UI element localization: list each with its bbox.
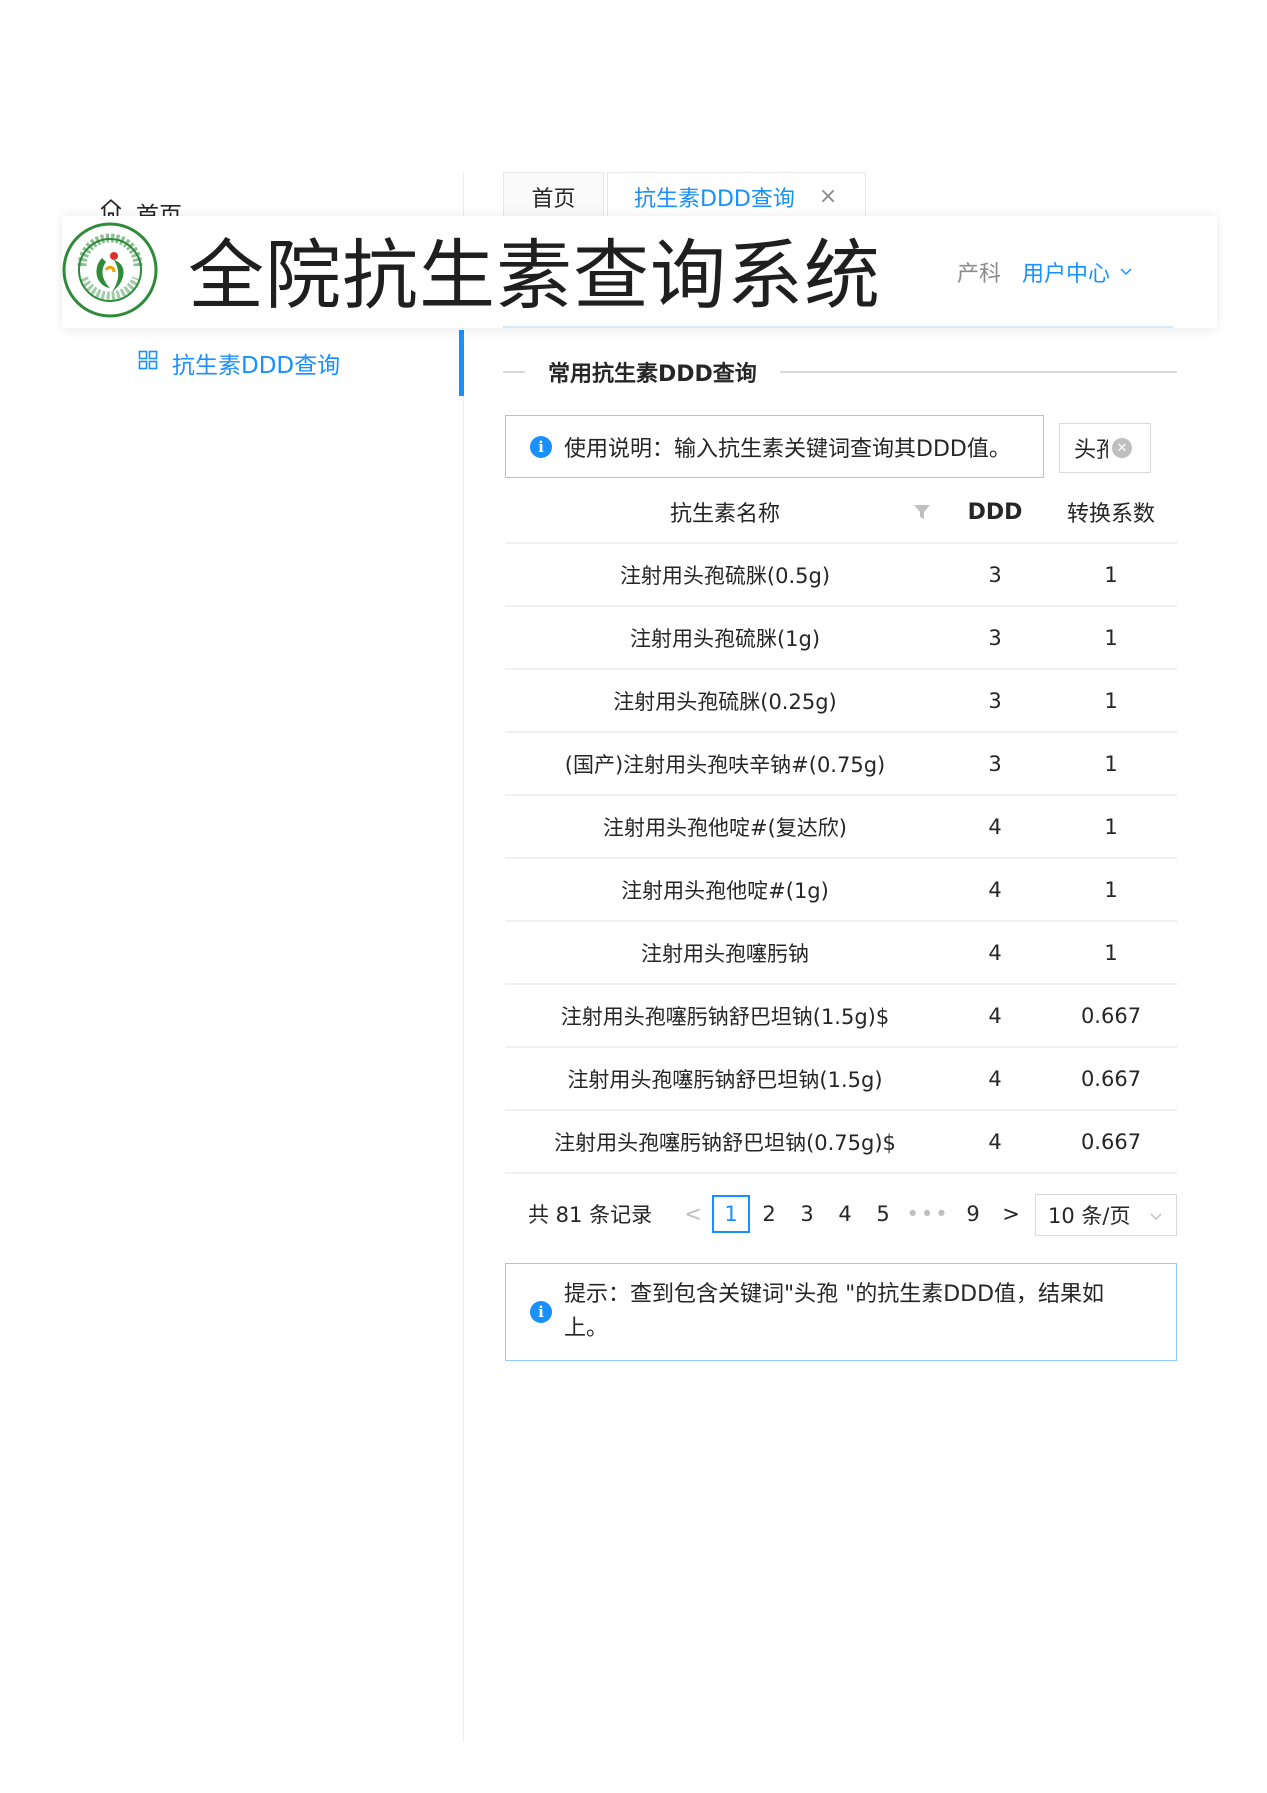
column-header-label: 抗生素名称 <box>670 502 780 527</box>
table-row: 注射用头孢硫脒(0.25g)31 <box>505 669 1177 732</box>
sidebar-item-ddd-query[interactable]: 抗生素DDD查询 <box>138 346 340 380</box>
next-page-button[interactable]: > <box>992 1195 1030 1233</box>
cell-ddd: 4 <box>945 1047 1045 1110</box>
column-header-factor: 转换系数 <box>1045 482 1177 543</box>
cell-conversion-factor: 1 <box>1045 858 1177 921</box>
usage-alert: i 使用说明：输入抗生素关键词查询其DDD值。 <box>505 415 1044 478</box>
info-icon: i <box>530 1301 552 1323</box>
page-1-button[interactable]: 1 <box>712 1195 750 1233</box>
tab-ddd-query[interactable]: 抗生素DDD查询 × <box>607 172 866 220</box>
page-4-button[interactable]: 4 <box>826 1195 864 1233</box>
cell-ddd: 4 <box>945 795 1045 858</box>
cell-ddd: 3 <box>945 606 1045 669</box>
table-row: 注射用头孢噻肟钠舒巴坦钠(0.75g)$40.667 <box>505 1110 1177 1173</box>
prev-page-button[interactable]: < <box>674 1195 712 1233</box>
cell-conversion-factor: 0.667 <box>1045 1110 1177 1173</box>
column-header-ddd: DDD <box>945 482 1045 543</box>
table-row: 注射用头孢噻肟钠41 <box>505 921 1177 984</box>
cell-ddd: 4 <box>945 984 1045 1047</box>
table-row: 注射用头孢硫脒(1g)31 <box>505 606 1177 669</box>
search-box[interactable]: ✕ <box>1059 423 1151 473</box>
tab-label: 首页 <box>531 181 575 213</box>
table-row: 注射用头孢他啶#(1g)41 <box>505 858 1177 921</box>
close-icon[interactable]: × <box>819 184 837 209</box>
tab-label: 抗生素DDD查询 <box>634 181 795 213</box>
section-divider-right <box>780 371 1177 373</box>
table-row: 注射用头孢硫脒(0.5g)31 <box>505 543 1177 606</box>
cell-antibiotic-name: 注射用头孢硫脒(1g) <box>505 606 945 669</box>
info-icon: i <box>530 436 552 458</box>
table-row: 注射用头孢噻肟钠舒巴坦钠(1.5g)40.667 <box>505 1047 1177 1110</box>
cell-conversion-factor: 1 <box>1045 606 1177 669</box>
close-circle-icon[interactable]: ✕ <box>1112 438 1132 458</box>
cell-conversion-factor: 0.667 <box>1045 1047 1177 1110</box>
cell-antibiotic-name: 注射用头孢噻肟钠 <box>505 921 945 984</box>
table-row: 注射用头孢噻肟钠舒巴坦钠(1.5g)$40.667 <box>505 984 1177 1047</box>
cell-antibiotic-name: 注射用头孢他啶#(复达欣) <box>505 795 945 858</box>
table-header-row: 抗生素名称 DDD 转换系数 <box>505 482 1177 543</box>
cell-conversion-factor: 1 <box>1045 795 1177 858</box>
cell-antibiotic-name: 注射用头孢噻肟钠舒巴坦钠(1.5g)$ <box>505 984 945 1047</box>
hospital-logo <box>62 222 158 318</box>
result-hint-alert: i 提示：查到包含关键词"头孢 "的抗生素DDD值，结果如上。 <box>505 1263 1177 1361</box>
result-hint-text: 提示：查到包含关键词"头孢 "的抗生素DDD值，结果如上。 <box>564 1278 1126 1346</box>
page-size-select[interactable]: 10 条/页 <box>1035 1194 1177 1236</box>
total-records: 共 81 条记录 <box>528 1199 652 1229</box>
sidebar-divider <box>463 172 464 1742</box>
pagination-ellipsis[interactable]: ••• <box>902 1195 954 1233</box>
cell-antibiotic-name: 注射用头孢硫脒(0.25g) <box>505 669 945 732</box>
sidebar-active-indicator <box>459 330 464 396</box>
tab-home[interactable]: 首页 <box>503 172 604 220</box>
page-9-button[interactable]: 9 <box>954 1195 992 1233</box>
antibiotic-table: 抗生素名称 DDD 转换系数 注射用头孢硫脒(0.5g)31注射用头孢硫脒(1g… <box>505 482 1177 1174</box>
department-label: 产科 <box>957 256 1001 288</box>
cell-conversion-factor: 1 <box>1045 543 1177 606</box>
page-size-value: 10 条/页 <box>1048 1200 1130 1230</box>
cell-ddd: 3 <box>945 732 1045 795</box>
page-2-button[interactable]: 2 <box>750 1195 788 1233</box>
section-divider-left <box>503 371 525 373</box>
chevron-down-icon <box>1118 260 1134 285</box>
search-input[interactable] <box>1074 436 1108 461</box>
usage-alert-text: 使用说明：输入抗生素关键词查询其DDD值。 <box>564 431 1011 463</box>
cell-ddd: 3 <box>945 669 1045 732</box>
cell-conversion-factor: 1 <box>1045 732 1177 795</box>
table-row: 注射用头孢他啶#(复达欣)41 <box>505 795 1177 858</box>
sidebar-item-label: 抗生素DDD查询 <box>172 346 340 380</box>
cell-conversion-factor: 0.667 <box>1045 984 1177 1047</box>
cell-ddd: 4 <box>945 858 1045 921</box>
cell-antibiotic-name: 注射用头孢噻肟钠舒巴坦钠(0.75g)$ <box>505 1110 945 1173</box>
grid-icon <box>138 350 158 376</box>
cell-antibiotic-name: 注射用头孢硫脒(0.5g) <box>505 543 945 606</box>
cell-ddd: 4 <box>945 1110 1045 1173</box>
user-center-menu[interactable]: 用户中心 <box>1022 256 1134 288</box>
page-3-button[interactable]: 3 <box>788 1195 826 1233</box>
cell-antibiotic-name: 注射用头孢他啶#(1g) <box>505 858 945 921</box>
filter-icon[interactable] <box>913 502 931 520</box>
cell-antibiotic-name: 注射用头孢噻肟钠舒巴坦钠(1.5g) <box>505 1047 945 1110</box>
section-title: 常用抗生素DDD查询 <box>548 356 757 388</box>
user-center-label: 用户中心 <box>1022 256 1110 288</box>
pagination: 共 81 条记录 < 1 2 3 4 5 ••• 9 > <box>528 1194 1030 1234</box>
cell-conversion-factor: 1 <box>1045 921 1177 984</box>
column-header-name: 抗生素名称 <box>505 482 945 543</box>
header-underline <box>503 326 1173 328</box>
app-title: 全院抗生素查询系统 <box>188 228 881 324</box>
cell-ddd: 4 <box>945 921 1045 984</box>
table-row: (国产)注射用头孢呋辛钠#(0.75g)31 <box>505 732 1177 795</box>
cell-ddd: 3 <box>945 543 1045 606</box>
cell-antibiotic-name: (国产)注射用头孢呋辛钠#(0.75g) <box>505 732 945 795</box>
page-5-button[interactable]: 5 <box>864 1195 902 1233</box>
cell-conversion-factor: 1 <box>1045 669 1177 732</box>
